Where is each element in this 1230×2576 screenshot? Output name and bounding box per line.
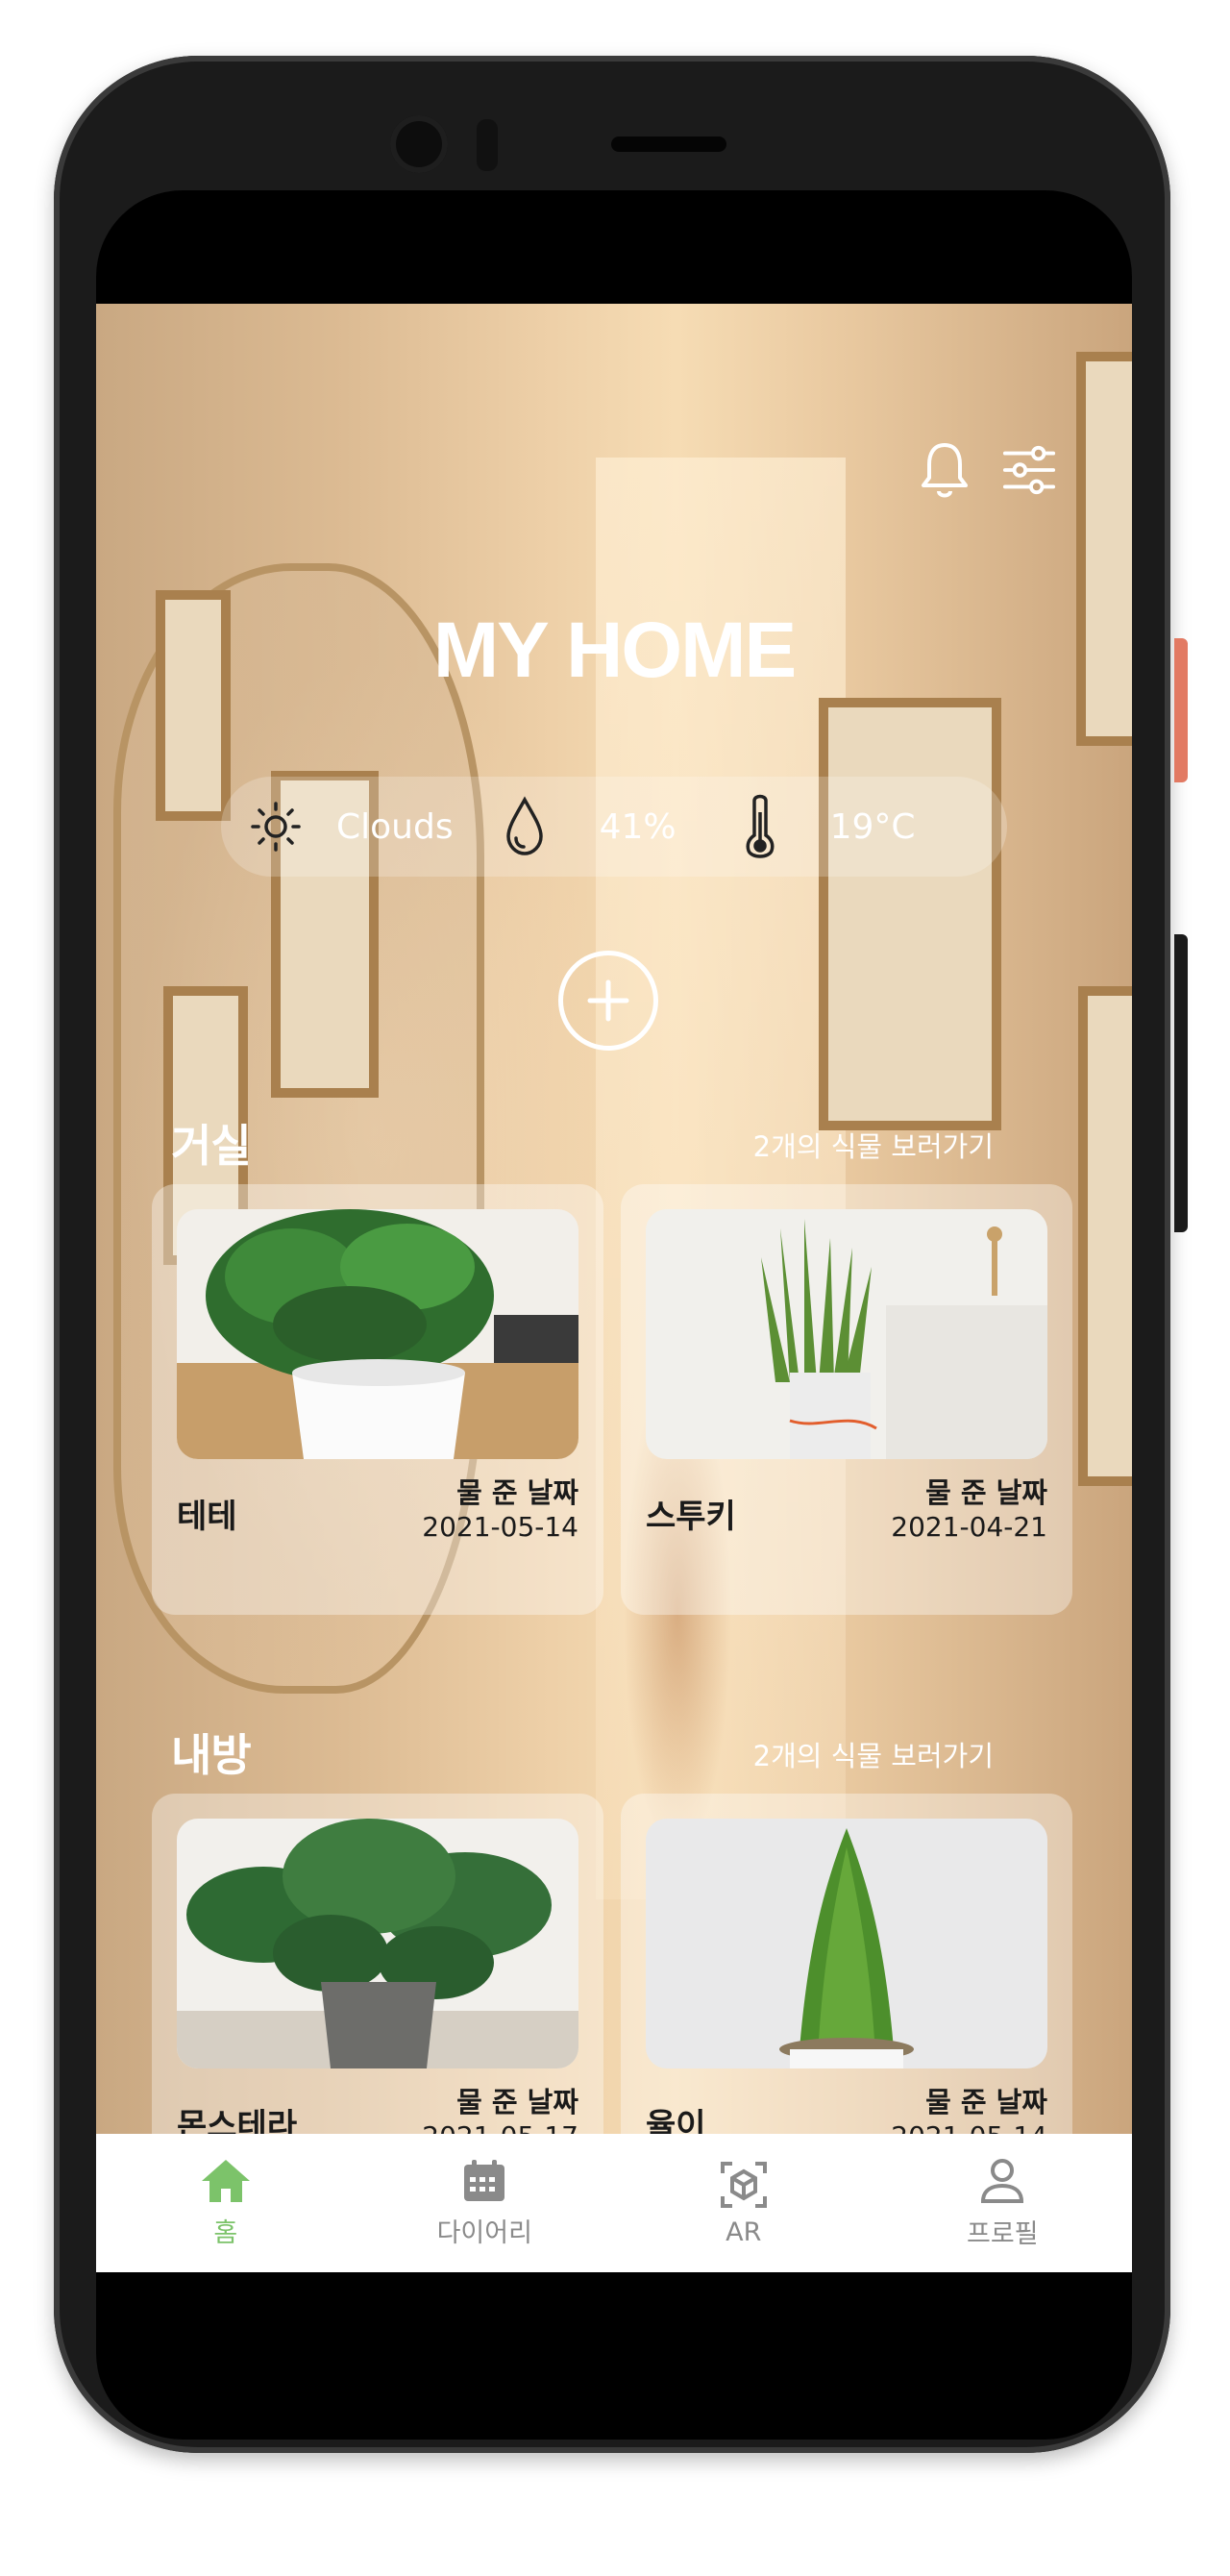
water-date-label: 물 준 날짜 (456, 1476, 578, 1509)
humidity-drop-icon (498, 796, 552, 857)
nav-label-diary: 다이어리 (436, 2217, 532, 2248)
settings-sliders-icon[interactable] (1001, 442, 1057, 498)
plant-card[interactable]: 스투키 물 준 날짜 2021-04-21 (621, 1184, 1072, 1615)
nav-item-diary[interactable]: 다이어리 (356, 2134, 615, 2272)
background-frame (819, 698, 1001, 1130)
calendar-icon (464, 2159, 505, 2201)
plant-name: 스투키 (646, 1498, 736, 1536)
plant-photo (177, 1209, 578, 1459)
plant-photo (177, 1819, 578, 2068)
add-plant-button[interactable] (558, 951, 658, 1051)
power-button (1174, 638, 1188, 782)
plant-name: 테테 (177, 1498, 237, 1536)
thermometer-icon (736, 793, 784, 860)
plant-name: 율이 (646, 2107, 706, 2134)
plant-card[interactable]: 율이 물 준 날짜 2021-05-14 (621, 1794, 1072, 2134)
water-date-value: 2021-05-17 (422, 2120, 578, 2134)
plant-photo (646, 1819, 1047, 2068)
header-actions (917, 442, 1057, 498)
proximity-sensor (477, 119, 498, 171)
home-icon (201, 2159, 250, 2202)
water-date-label: 물 준 날짜 (456, 2086, 578, 2118)
nav-item-ar[interactable]: AR (614, 2134, 873, 2272)
app-screen: MY HOME Clouds 41% 19°C 거실 2개의 식물 보러가기 테… (96, 304, 1132, 2134)
background-frame (1078, 986, 1132, 1486)
weather-condition: Clouds (336, 806, 454, 847)
room-see-plants-link[interactable]: 2개의 식물 보러가기 (753, 1734, 994, 1774)
page-title: MY HOME (432, 607, 797, 694)
room-title: 거실 (171, 1120, 252, 1172)
temperature-value: 19°C (829, 806, 916, 847)
volume-button (1174, 934, 1188, 1232)
sun-icon (244, 800, 308, 854)
profile-icon (981, 2158, 1024, 2203)
bottom-navigation: 홈 다이어리 AR 프로필 (96, 2134, 1132, 2272)
ar-cube-icon (720, 2161, 767, 2208)
water-date-value: 2021-05-14 (891, 2120, 1047, 2134)
humidity-value: 41% (599, 806, 676, 847)
nav-label-profile: 프로필 (966, 2218, 1039, 2249)
earpiece-speaker (611, 136, 726, 152)
weather-bar: Clouds 41% 19°C (221, 777, 1007, 877)
plant-photo (646, 1209, 1047, 1459)
water-date-label: 물 준 날짜 (925, 2086, 1047, 2118)
plant-name: 몬스테라 (177, 2107, 298, 2134)
front-camera (390, 115, 448, 173)
room-title: 내방 (171, 1729, 252, 1781)
nav-item-profile[interactable]: 프로필 (873, 2134, 1133, 2272)
water-date-value: 2021-05-14 (422, 1511, 578, 1543)
plant-card[interactable]: 테테 물 준 날짜 2021-05-14 (152, 1184, 603, 1615)
plant-card[interactable]: 몬스테라 물 준 날짜 2021-05-17 (152, 1794, 603, 2134)
nav-item-home[interactable]: 홈 (96, 2134, 356, 2272)
plus-icon (587, 979, 629, 1022)
room-see-plants-link[interactable]: 2개의 식물 보러가기 (753, 1125, 994, 1165)
water-date-label: 물 준 날짜 (925, 1476, 1047, 1509)
nav-label-ar: AR (726, 2217, 762, 2247)
water-date-value: 2021-04-21 (891, 1511, 1047, 1543)
nav-label-home: 홈 (213, 2217, 238, 2248)
notification-bell-icon[interactable] (917, 442, 972, 498)
